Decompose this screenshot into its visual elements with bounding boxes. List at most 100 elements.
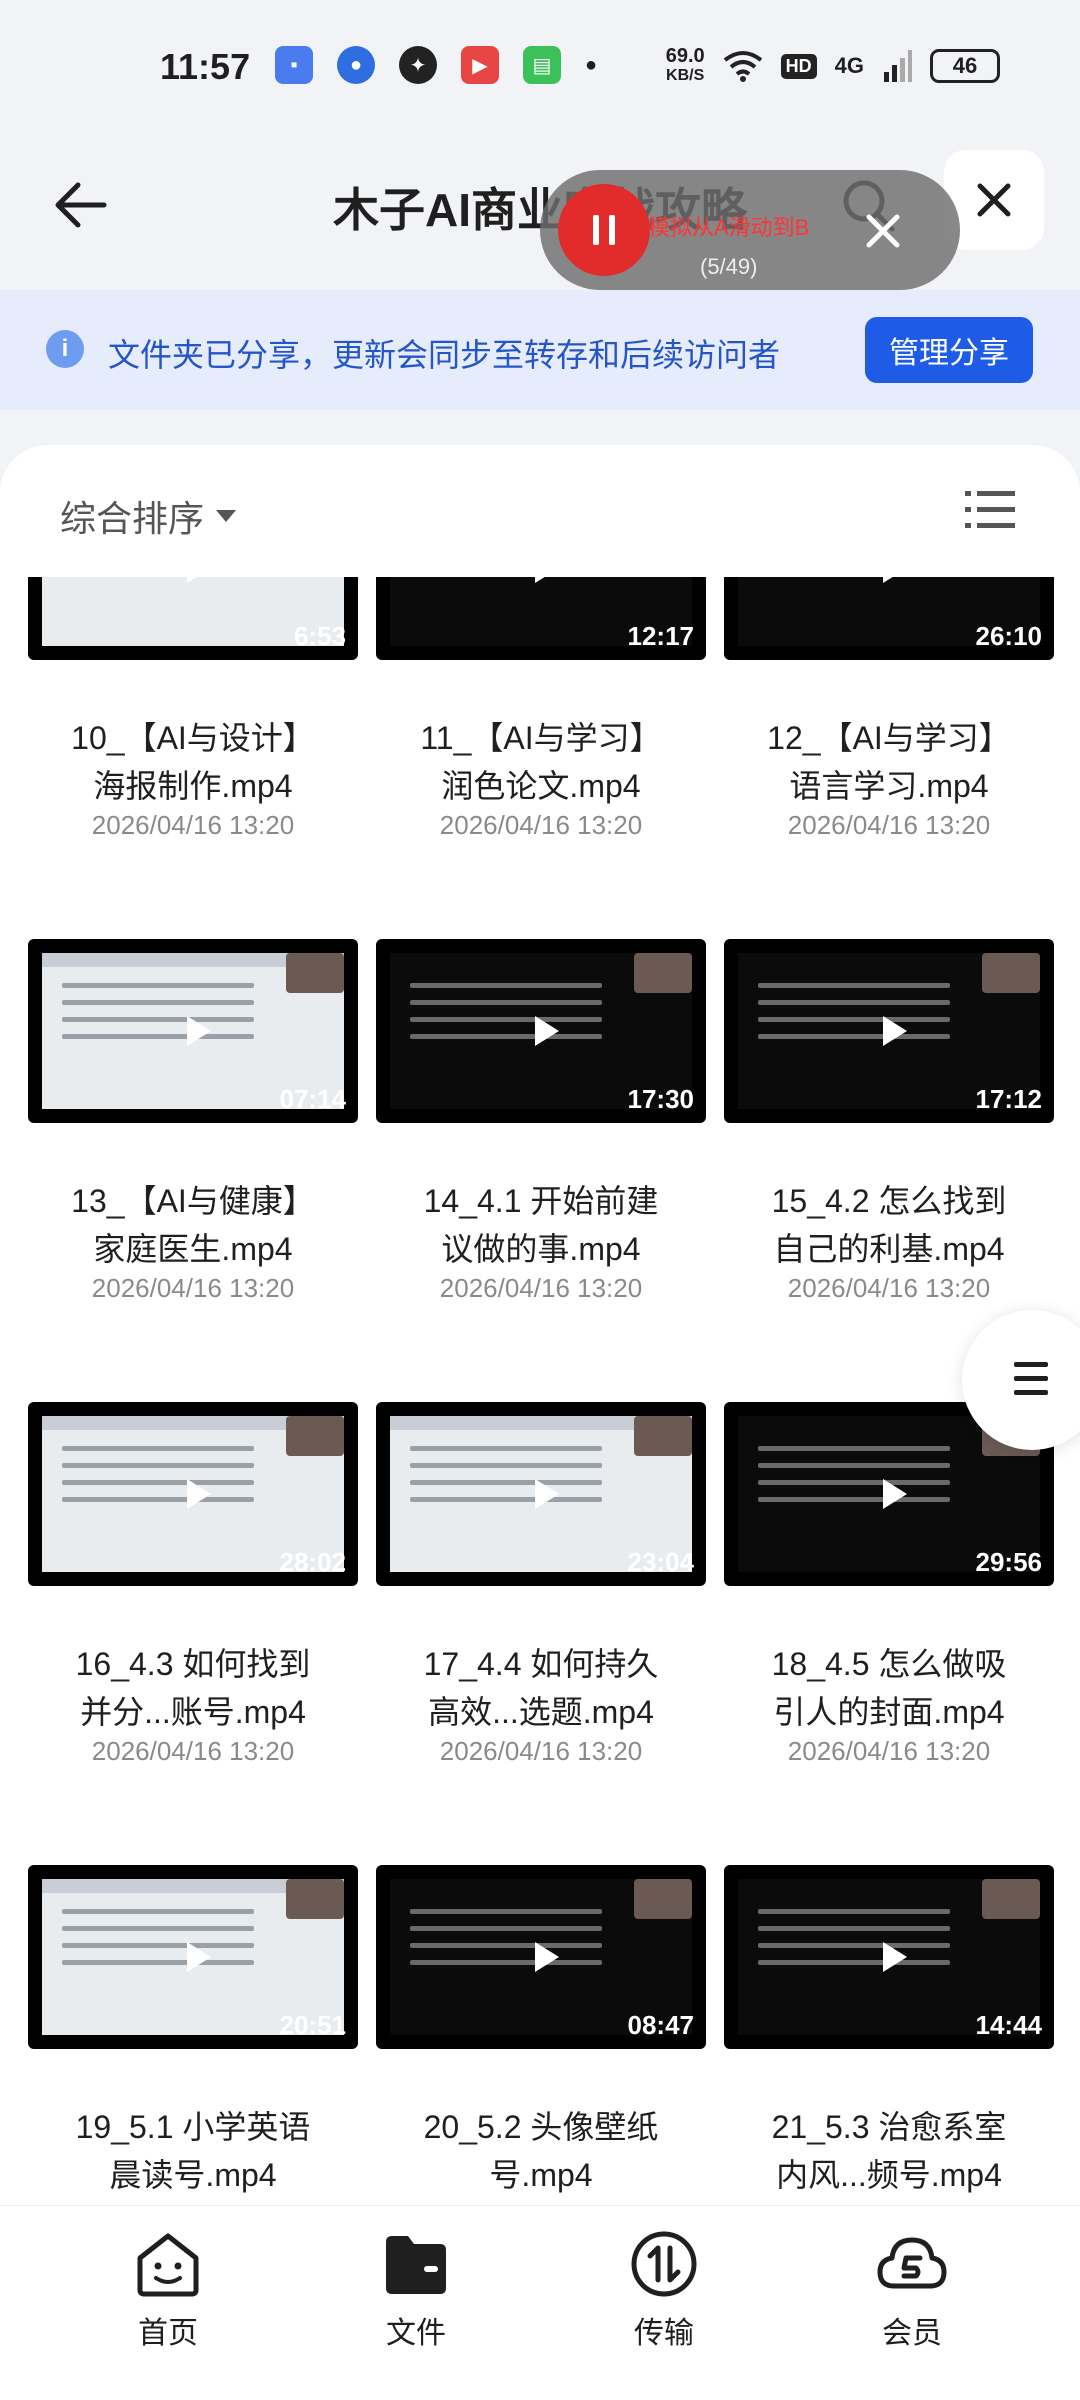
notification-icons: ▪ ● ✦ ▶ ▤ ●: [275, 46, 597, 84]
home-face-icon: [130, 2226, 206, 2302]
file-date: 2026/04/16 13:20: [439, 1736, 643, 1766]
caret-down-icon: [216, 510, 237, 522]
file-tile[interactable]: 28:02 16_4.3 如何找到 并分...账号.mp4 2026/04/16 13…: [28, 1402, 358, 1767]
security-app-icon: ●: [337, 46, 375, 84]
share-banner-text: 文件夹已分享，更新会同步至转存和后续访问者: [108, 337, 781, 373]
video-thumbnail[interactable]: 08:47: [376, 1865, 706, 2049]
net-speed: 69.0 KB/S: [666, 46, 705, 86]
file-tile[interactable]: 07:14 13_【AI与健康】 家庭医生.mp4 2026/04/16 13:20: [28, 939, 358, 1304]
play-icon: [883, 1479, 907, 1509]
transfer-icon: [626, 2226, 702, 2302]
video-duration: 6:53: [293, 621, 346, 651]
message-app-icon: ▤: [523, 46, 561, 84]
manage-share-button[interactable]: 管理分享: [865, 317, 1033, 383]
net-speed-value: 69.0: [665, 45, 705, 67]
lightbulb-icon: ✦: [399, 46, 437, 84]
presenter-thumbnail: [982, 953, 1040, 993]
file-name: 10_【AI与设计】 海报制作.mp4: [28, 714, 358, 810]
battery-indicator: 46: [930, 49, 1000, 83]
video-thumbnail[interactable]: 26:10: [724, 577, 1054, 660]
menu-icon: [1014, 1362, 1048, 1404]
video-duration: 20:51: [279, 2010, 347, 2040]
file-tile[interactable]: 14:44 21_5.3 治愈系室 内风...频号.mp4: [724, 1865, 1054, 2199]
file-name-line1: 19_5.1 小学英语: [75, 2109, 311, 2145]
pause-button[interactable]: [558, 184, 650, 276]
nav-vip[interactable]: 会员: [832, 2226, 992, 2352]
video-thumbnail[interactable]: 28:02: [28, 1402, 358, 1586]
file-name-line2: 海报制作.mp4: [93, 768, 293, 804]
file-name-line2: 晨读号.mp4: [109, 2157, 277, 2193]
file-name: 21_5.3 治愈系室 内风...频号.mp4: [724, 2103, 1054, 2199]
play-icon: [535, 577, 559, 583]
close-icon: [977, 183, 1011, 217]
file-name-line2: 自己的利基.mp4: [773, 1231, 1005, 1267]
file-date: 2026/04/16 13:20: [91, 1273, 295, 1303]
video-thumbnail[interactable]: 07:14: [28, 939, 358, 1123]
nav-files-label: 文件: [386, 2317, 446, 2350]
macro-close-button[interactable]: [858, 206, 908, 256]
video-thumbnail[interactable]: 23:04: [376, 1402, 706, 1586]
file-tile[interactable]: 12:17 11_【AI与学习】 润色论文.mp4 2026/04/16 13:20: [376, 577, 706, 841]
play-icon: [535, 1479, 559, 1509]
sort-label: 综合排序: [60, 498, 205, 539]
file-name: 19_5.1 小学英语 晨读号.mp4: [28, 2103, 358, 2199]
video-thumbnail[interactable]: 17:30: [376, 939, 706, 1123]
play-icon: [883, 1016, 907, 1046]
file-name-line1: 14_4.1 开始前建: [423, 1183, 659, 1219]
file-name-line1: 11_【AI与学习】: [420, 720, 662, 756]
file-list-sheet: 综合排序 6:53 10_【AI与设计】 海报制作.mp4 2026/04/16 13…: [0, 445, 1080, 2205]
video-thumbnail[interactable]: 17:12: [724, 939, 1054, 1123]
video-thumbnail[interactable]: 12:17: [376, 577, 706, 660]
file-tile[interactable]: 6:53 10_【AI与设计】 海报制作.mp4 2026/04/16 13:20: [28, 577, 358, 841]
video-thumbnail[interactable]: 14:44: [724, 1865, 1054, 2049]
nav-vip-label: 会员: [882, 2317, 942, 2350]
macro-overlay[interactable]: 模拟从A滑动到B (5/49): [540, 170, 960, 290]
close-icon: [866, 214, 900, 248]
video-duration: 28:02: [279, 1547, 347, 1577]
network-type: 4G: [834, 53, 864, 78]
file-name-line2: 语言学习.mp4: [789, 768, 989, 804]
file-name-line2: 并分...账号.mp4: [80, 1694, 306, 1730]
file-tile[interactable]: 08:47 20_5.2 头像壁纸 号.mp4: [376, 1865, 706, 2199]
signal-icon: [884, 50, 912, 82]
file-tile[interactable]: 17:12 15_4.2 怎么找到 自己的利基.mp4 2026/04/16 13:2…: [724, 939, 1054, 1304]
file-name: 15_4.2 怎么找到 自己的利基.mp4: [724, 1177, 1054, 1273]
file-grid: 6:53 10_【AI与设计】 海报制作.mp4 2026/04/16 13:20 12…: [0, 577, 1080, 2205]
file-tile[interactable]: 17:30 14_4.1 开始前建 议做的事.mp4 2026/04/16 13:20: [376, 939, 706, 1304]
play-icon: [883, 1942, 907, 1972]
file-tile[interactable]: 29:56 18_4.5 怎么做吸 引人的封面.mp4 2026/04/16 13:2…: [724, 1402, 1054, 1767]
file-name-line1: 13_【AI与健康】: [71, 1183, 315, 1219]
nav-home[interactable]: 首页: [88, 2226, 248, 2352]
video-duration: 26:10: [975, 621, 1043, 651]
file-name-line2: 高效...选题.mp4: [428, 1694, 654, 1730]
file-name-line1: 12_【AI与学习】: [767, 720, 1011, 756]
video-thumbnail[interactable]: 6:53: [28, 577, 358, 660]
presenter-thumbnail: [286, 1879, 344, 1919]
file-name-line2: 润色论文.mp4: [441, 768, 641, 804]
app-notification-icon: ▪: [275, 46, 313, 84]
file-tile[interactable]: 23:04 17_4.4 如何持久 高效...选题.mp4 2026/04/16 13…: [376, 1402, 706, 1767]
nav-files[interactable]: 文件: [336, 2226, 496, 2352]
video-duration: 12:17: [627, 621, 695, 651]
video-thumbnail[interactable]: 20:51: [28, 1865, 358, 2049]
file-name-line1: 17_4.4 如何持久: [423, 1646, 659, 1682]
file-name: 14_4.1 开始前建 议做的事.mp4: [376, 1177, 706, 1273]
play-icon: [535, 1016, 559, 1046]
play-icon: [883, 577, 907, 583]
macro-action-text: 模拟从A滑动到B: [648, 215, 810, 240]
file-tile[interactable]: 20:51 19_5.1 小学英语 晨读号.mp4: [28, 1865, 358, 2199]
pause-icon: [593, 215, 615, 245]
hd-badge: HD: [780, 53, 817, 79]
folder-icon: [378, 2226, 454, 2302]
video-duration: 08:47: [627, 2010, 695, 2040]
sort-dropdown[interactable]: 综合排序: [60, 490, 237, 542]
file-name-line2: 议做的事.mp4: [441, 1231, 641, 1267]
file-name: 16_4.3 如何找到 并分...账号.mp4: [28, 1640, 358, 1736]
nav-transfer[interactable]: 传输: [584, 2226, 744, 2352]
file-tile[interactable]: 26:10 12_【AI与学习】 语言学习.mp4 2026/04/16 13:20: [724, 577, 1054, 841]
view-toggle-button[interactable]: [962, 485, 1018, 535]
presenter-thumbnail: [982, 1879, 1040, 1919]
file-name-line2: 引人的封面.mp4: [773, 1694, 1005, 1730]
file-name: 11_【AI与学习】 润色论文.mp4: [376, 714, 706, 810]
file-name: 13_【AI与健康】 家庭医生.mp4: [28, 1177, 358, 1273]
